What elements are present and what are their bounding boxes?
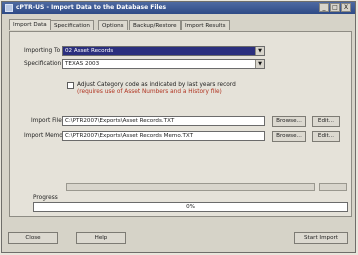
import-file-label: Import File <box>31 118 62 124</box>
browse-memo-button[interactable]: Browse... <box>272 131 306 142</box>
specification-value: TEXAS 2003 <box>65 61 100 67</box>
start-import-button[interactable]: Start Import <box>294 232 348 244</box>
importing-to-label: Importing To <box>24 48 61 54</box>
progress-bar: 0% <box>33 202 348 212</box>
app-icon <box>5 4 13 12</box>
progress-percent: 0% <box>186 204 195 210</box>
tab-import-data[interactable]: Import Data <box>9 19 51 30</box>
maximize-button[interactable]: □ <box>330 3 340 12</box>
adjust-category-checkbox[interactable] <box>67 82 74 89</box>
import-window: cPTR-US - Import Data to the Database Fi… <box>1 1 356 253</box>
import-memo-value: C:\PTR2007\Exports\Asset Records Memo.TX… <box>65 133 194 139</box>
close-window-button[interactable]: X <box>341 3 351 12</box>
specification-label: Specification <box>24 61 62 67</box>
progress-label: Progress <box>33 195 58 201</box>
help-button[interactable]: Help <box>76 232 126 244</box>
import-memo-label: Import Memo <box>24 133 63 139</box>
tab-options[interactable]: Options <box>98 20 128 30</box>
tab-backup-restore[interactable]: Backup/Restore <box>129 20 181 30</box>
title-bar: cPTR-US - Import Data to the Database Fi… <box>2 2 355 14</box>
import-memo-input[interactable]: C:\PTR2007\Exports\Asset Records Memo.TX… <box>62 131 265 141</box>
adjust-category-label: Adjust Category code as indicated by las… <box>77 82 236 88</box>
window-title: cPTR-US - Import Data to the Database Fi… <box>16 4 167 11</box>
status-field-small <box>319 183 347 191</box>
tab-specification[interactable]: Specification <box>50 20 94 30</box>
browse-file-button[interactable]: Browse... <box>272 116 306 127</box>
close-button[interactable]: Close <box>8 232 58 244</box>
importing-to-select[interactable]: 02 Asset Records ▼ <box>62 46 265 56</box>
importing-to-value: 02 Asset Records <box>65 48 114 54</box>
adjust-category-note: (requires use of Asset Numbers and a His… <box>77 89 222 95</box>
specification-select[interactable]: TEXAS 2003 ▼ <box>62 59 265 69</box>
edit-memo-button[interactable]: Edit... <box>312 131 340 142</box>
edit-file-button[interactable]: Edit... <box>312 116 340 127</box>
import-file-input[interactable]: C:\PTR2007\Exports\Asset Records.TXT <box>62 116 265 126</box>
tab-import-results[interactable]: Import Results <box>181 20 230 30</box>
import-file-value: C:\PTR2007\Exports\Asset Records.TXT <box>65 118 175 124</box>
minimize-button[interactable]: _ <box>319 3 329 12</box>
bottom-button-bar: Close Help Start Import <box>2 227 355 252</box>
chevron-down-icon[interactable]: ▼ <box>255 60 264 68</box>
chevron-down-icon[interactable]: ▼ <box>255 47 264 55</box>
status-field <box>66 183 315 191</box>
